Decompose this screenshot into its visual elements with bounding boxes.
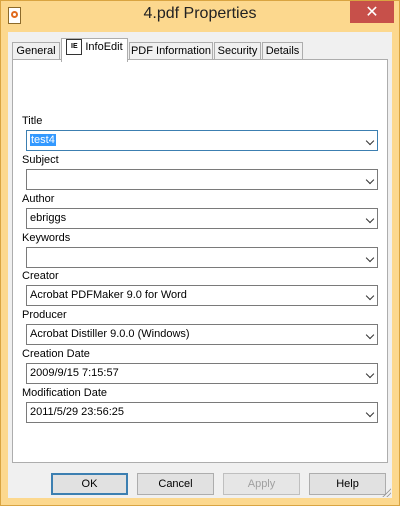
chevron-down-icon[interactable] xyxy=(365,136,375,146)
producer-combobox[interactable]: Acrobat Distiller 9.0.0 (Windows) xyxy=(26,324,378,345)
tab-details-label: Details xyxy=(265,45,300,57)
chevron-down-icon[interactable] xyxy=(365,253,375,263)
creator-label: Creator xyxy=(22,270,59,282)
chevron-down-icon[interactable] xyxy=(365,369,375,379)
producer-label: Producer xyxy=(22,309,67,321)
chevron-down-icon[interactable] xyxy=(365,214,375,224)
title-bar[interactable]: 4.pdf Properties ✕ xyxy=(1,1,399,31)
keywords-label: Keywords xyxy=(22,232,71,244)
chevron-down-icon[interactable] xyxy=(365,408,375,418)
creation-date-value: 2009/9/15 7:15:57 xyxy=(30,367,119,379)
close-button[interactable]: ✕ xyxy=(350,1,394,23)
tab-infoedit-label: InfoEdit xyxy=(85,41,123,53)
modification-date-label: Modification Date xyxy=(22,387,107,399)
properties-window: 4.pdf Properties ✕ General IE InfoEdit PD… xyxy=(0,0,400,506)
help-button[interactable]: Help xyxy=(309,473,386,495)
tab-pdf-information-label: PDF Information xyxy=(130,45,212,57)
author-label: Author xyxy=(22,193,55,205)
modification-date-combobox[interactable]: 2011/5/29 23:56:25 xyxy=(26,402,378,423)
creator-value: Acrobat PDFMaker 9.0 for Word xyxy=(30,289,187,301)
modification-date-value: 2011/5/29 23:56:25 xyxy=(30,406,124,418)
chevron-down-icon[interactable] xyxy=(365,175,375,185)
infoedit-panel: Title test4 Subject Author ebriggs Keywo… xyxy=(12,59,388,463)
subject-combobox[interactable] xyxy=(26,169,378,190)
keywords-combobox[interactable] xyxy=(26,247,378,268)
tab-security-label: Security xyxy=(217,45,258,57)
window-title: 4.pdf Properties xyxy=(143,5,257,22)
producer-value: Acrobat Distiller 9.0.0 (Windows) xyxy=(30,328,190,340)
dialog-body: General IE InfoEdit PDF Information Secur… xyxy=(8,32,392,498)
chevron-down-icon[interactable] xyxy=(365,330,375,340)
title-value: test4 xyxy=(30,134,56,146)
creator-combobox[interactable]: Acrobat PDFMaker 9.0 for Word xyxy=(26,285,378,306)
resize-grip-icon[interactable] xyxy=(381,487,391,497)
title-label: Title xyxy=(22,115,43,127)
creation-date-combobox[interactable]: 2009/9/15 7:15:57 xyxy=(26,363,378,384)
infoedit-icon: IE xyxy=(66,39,83,56)
tab-infoedit[interactable]: IE InfoEdit xyxy=(61,38,128,62)
tab-general-label: General xyxy=(16,45,56,57)
title-combobox[interactable]: test4 xyxy=(26,130,378,151)
ok-button[interactable]: OK xyxy=(51,473,128,495)
chevron-down-icon[interactable] xyxy=(365,291,375,301)
creation-date-label: Creation Date xyxy=(22,348,90,360)
author-combobox[interactable]: ebriggs xyxy=(26,208,378,229)
cancel-button[interactable]: Cancel xyxy=(137,473,214,495)
apply-button: Apply xyxy=(223,473,300,495)
author-value: ebriggs xyxy=(30,212,67,224)
subject-label: Subject xyxy=(22,154,59,166)
